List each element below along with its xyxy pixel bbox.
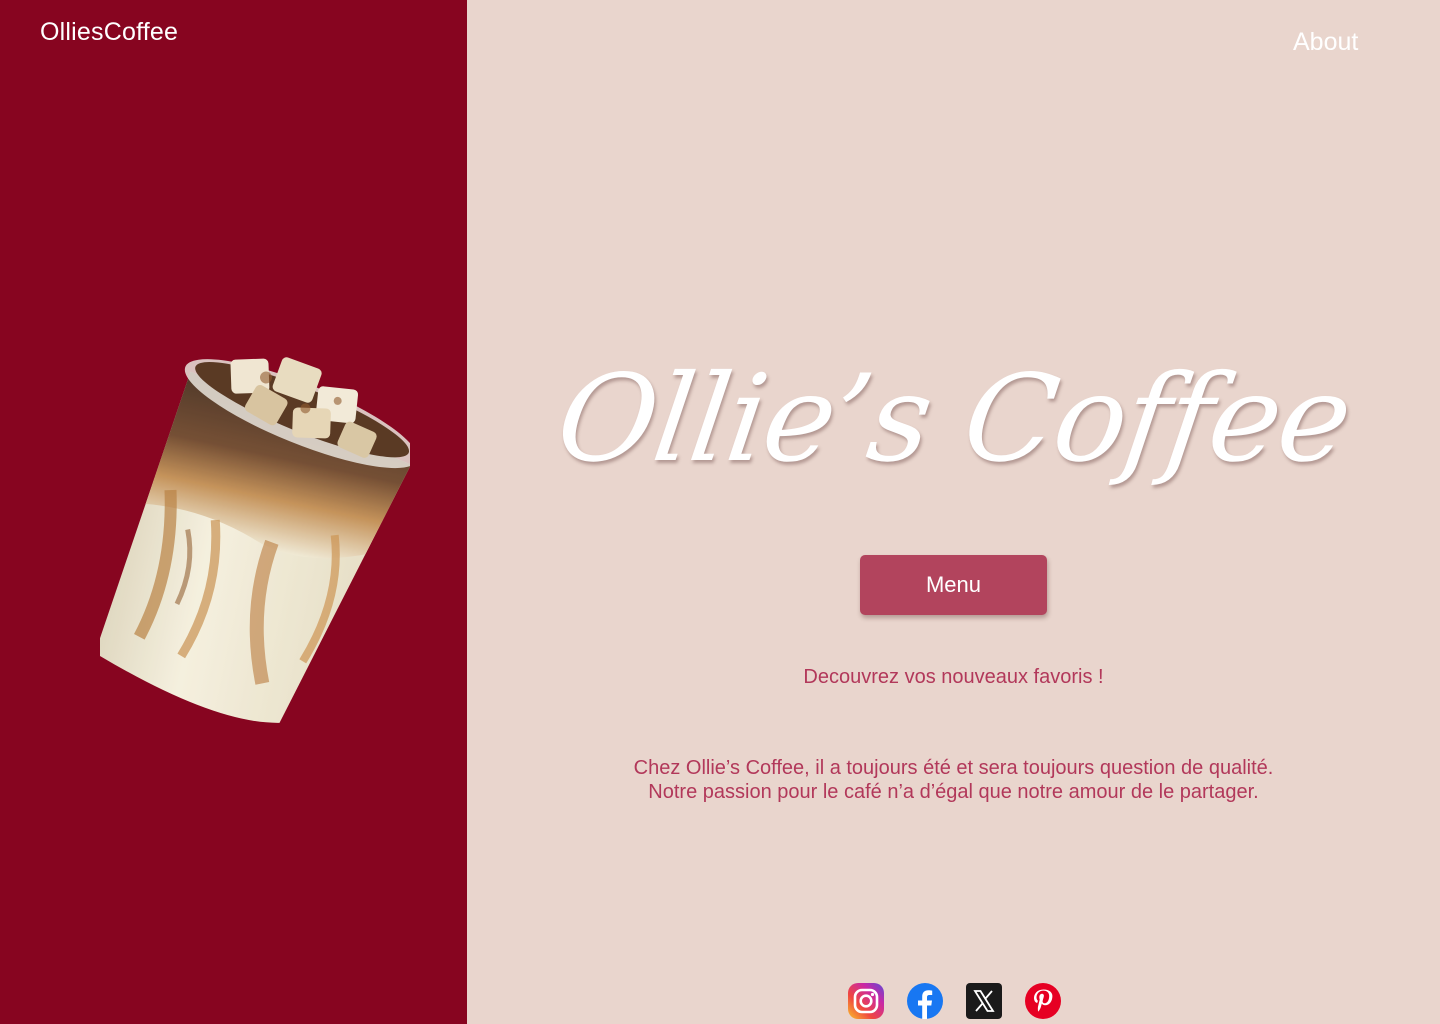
description: Chez Ollie’s Coffee, il a toujours été e… <box>467 756 1440 804</box>
brand-logo[interactable]: OlliesCoffee <box>40 18 178 47</box>
social-links <box>847 982 1062 1020</box>
right-panel: About Ollie’s Coffee Menu Decouvrez vos … <box>467 0 1440 1024</box>
nav-about-link[interactable]: About <box>1293 28 1358 57</box>
left-panel: OlliesCoffee <box>0 0 467 1024</box>
tagline: Decouvrez vos nouveaux favoris ! <box>803 666 1104 688</box>
menu-button[interactable]: Menu <box>860 555 1047 615</box>
instagram-icon[interactable] <box>847 982 885 1020</box>
pinterest-icon[interactable] <box>1024 982 1062 1020</box>
facebook-icon[interactable] <box>906 982 944 1020</box>
landing-page: OlliesCoffee About Ollie’s Coffee Menu D… <box>0 0 1440 1024</box>
iced-latte-image <box>100 357 410 730</box>
x-icon[interactable] <box>965 982 1003 1020</box>
hero-title: Ollie’s Coffee <box>549 350 1358 489</box>
description-line: Chez Ollie’s Coffee, il a toujours été e… <box>633 757 1274 779</box>
description-line: Notre passion pour le café n’a d’égal qu… <box>648 781 1259 803</box>
